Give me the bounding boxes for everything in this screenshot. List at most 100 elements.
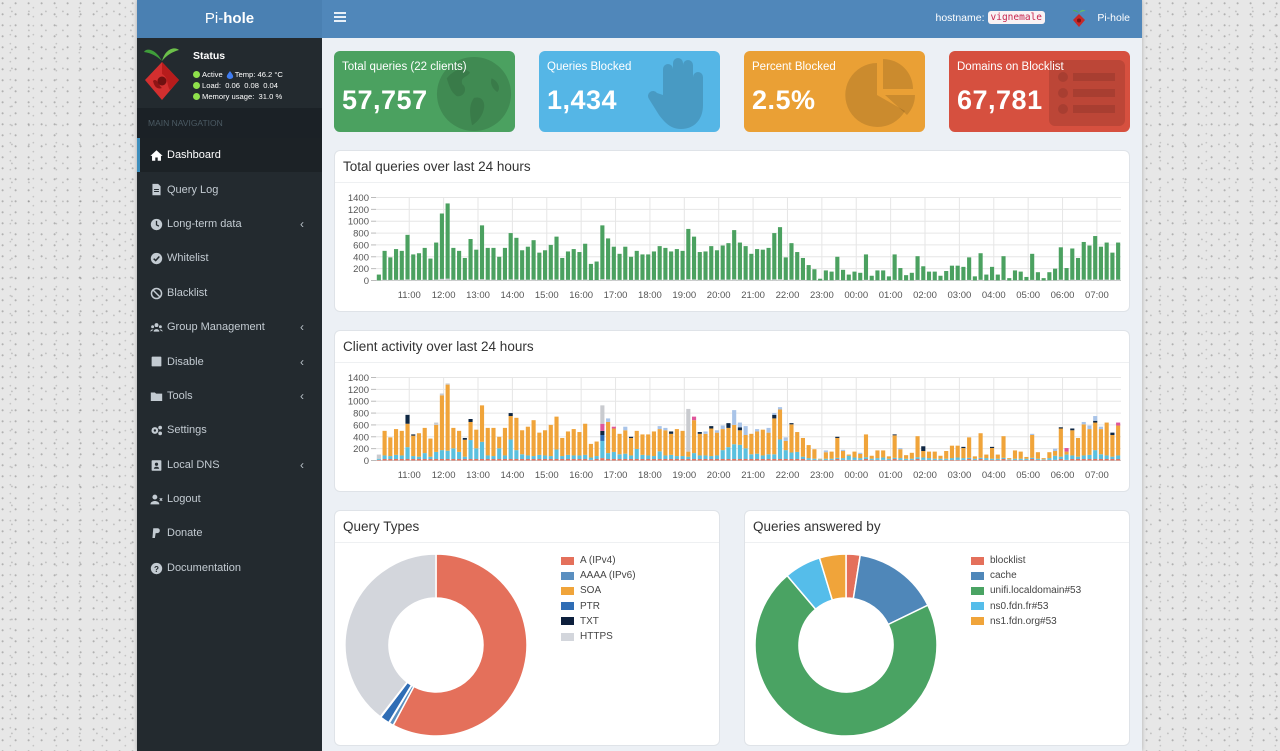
status-ok-icon (193, 71, 200, 78)
client-bar-segment (1064, 451, 1069, 455)
stat-total-queries[interactable]: Total queries (22 clients) 57,757 (334, 51, 515, 132)
client-bar-segment (1064, 459, 1069, 461)
y-tick-label: 400 (353, 252, 369, 263)
bar-blocked-queries (1081, 279, 1086, 281)
bar-total-queries (611, 246, 616, 281)
bar-total-queries (657, 246, 662, 281)
query-types-donut[interactable] (335, 543, 555, 745)
legend-item[interactable]: TXT (560, 614, 636, 629)
bar-blocked-queries (479, 279, 485, 281)
legend-label: SOA (580, 585, 602, 597)
user-menu[interactable]: Pi-hole (1071, 8, 1130, 28)
x-tick-label: 06:00 (1051, 290, 1075, 301)
chevron-left-icon: ‹ (300, 388, 304, 403)
client-bar-segment (537, 432, 542, 455)
legend-item[interactable]: HTTPS (560, 629, 636, 644)
client-bar-segment (737, 459, 742, 461)
sidebar-toggle-button[interactable] (334, 12, 346, 24)
bar-total-queries (451, 247, 456, 281)
legend-item[interactable]: unifi.localdomain#53 (970, 583, 1081, 598)
client-bar-segment (732, 424, 737, 445)
client-bar-segment (1075, 456, 1081, 460)
client-bar-segment (743, 459, 748, 461)
legend-item[interactable]: A (IPv4) (560, 553, 636, 568)
client-bar-segment (1098, 429, 1104, 455)
client-bar-segment (439, 459, 444, 461)
legend-item[interactable]: AAAA (IPv6) (560, 568, 636, 583)
legend-item[interactable]: SOA (560, 583, 636, 598)
sidebar-item-disable[interactable]: Disable ‹ (137, 344, 322, 378)
user-name: Pi-hole (1097, 12, 1130, 24)
pihole-logo-link[interactable]: Pi-hole (137, 0, 322, 38)
sidebar-item-label: Settings (167, 424, 207, 437)
client-bar-segment (989, 458, 995, 460)
sidebar-item-long-term-data[interactable]: Long-term data ‹ (137, 207, 322, 241)
sidebar-item-query-log[interactable]: Query Log (137, 172, 322, 206)
bar-total-queries (531, 240, 536, 281)
bar-blocked-queries (560, 279, 565, 281)
sidebar-item-logout[interactable]: Logout (137, 482, 322, 516)
status-panel: Status Active Temp: 46.2 °C Load: 0.06 0… (137, 38, 322, 108)
bar-total-queries (508, 233, 513, 281)
client-bar-segment (858, 452, 863, 454)
legend-item[interactable]: ns1.fdn.org#53 (970, 614, 1081, 629)
legend-item[interactable]: PTR (560, 599, 636, 614)
client-bar-segment (445, 459, 450, 461)
stat-percent-blocked[interactable]: Percent Blocked 2.5% (744, 51, 925, 132)
sidebar-item-tools[interactable]: Tools ‹ (137, 379, 322, 413)
client-bar-segment (789, 424, 794, 453)
sidebar-item-label: Local DNS (167, 458, 220, 471)
total-queries-chart[interactable]: 0200400600800100012001400 11:00 12:00 13:00… (335, 183, 1129, 311)
client-bar-segment (760, 455, 765, 460)
client-bar-segment (1035, 458, 1040, 460)
queries-answered-donut[interactable] (745, 543, 965, 745)
client-activity-panel: Client activity over last 24 hours 0 200 4… (334, 330, 1130, 492)
client-bar-segment (686, 408, 691, 452)
sidebar-item-group-management[interactable]: Group Management ‹ (137, 310, 322, 344)
bar-blocked-queries (445, 278, 450, 281)
stat-domains-on-blocklist[interactable]: Domains on Blocklist 67,781 (949, 51, 1130, 132)
client-bar-segment (989, 446, 995, 449)
client-bar-segment (1116, 422, 1121, 426)
sidebar-item-settings[interactable]: Settings (137, 413, 322, 447)
total-queries-panel: Total queries over last 24 hours 0 200 400… (334, 150, 1130, 312)
legend-swatch (970, 616, 985, 627)
bar-blocked-queries (502, 279, 508, 281)
legend-item[interactable]: ns0.fdn.fr#53 (970, 599, 1081, 614)
bar-blocked-queries (800, 279, 806, 281)
sidebar-item-dashboard[interactable]: Dashboard (137, 138, 322, 173)
sidebar-item-donate[interactable]: Donate (137, 516, 322, 550)
client-bar-segment (1018, 451, 1023, 459)
legend-item[interactable]: blocklist (970, 553, 1081, 568)
client-bar-segment (520, 454, 525, 460)
client-bar-segment (691, 420, 697, 454)
client-bar-segment (623, 459, 628, 461)
client-bar-segment (669, 459, 674, 461)
client-bar-segment (600, 430, 605, 436)
y-tick-label: 600 (353, 240, 369, 251)
bar-blocked-queries (651, 279, 657, 281)
client-bar-segment (628, 455, 634, 460)
sidebar-item-local-dns[interactable]: Local DNS ‹ (137, 448, 322, 482)
panel-title: Queries answered by (745, 511, 1129, 543)
bar-total-queries (520, 250, 525, 281)
client-bar-segment (967, 437, 972, 458)
bar-blocked-queries (525, 279, 530, 281)
sidebar-item-documentation[interactable]: ? Documentation (137, 551, 322, 585)
legend-item[interactable]: cache (970, 568, 1081, 583)
client-bar-segment (995, 459, 1000, 461)
client-bar-segment (1053, 459, 1058, 461)
client-bar-segment (737, 422, 742, 428)
client-bar-segment (978, 459, 983, 461)
client-bar-segment (932, 459, 937, 461)
client-activity-chart[interactable]: 0200400600800100012001400 11:00 12:00 13:00… (335, 363, 1129, 491)
bar-blocked-queries (1116, 279, 1121, 281)
client-bar-segment (783, 440, 788, 451)
client-bar-segment (881, 457, 886, 460)
stat-queries-blocked[interactable]: Queries Blocked 1,434 (539, 51, 720, 132)
client-bar-segment (651, 431, 657, 457)
bar-blocked-queries (462, 279, 467, 281)
client-bar-segment (560, 459, 565, 461)
sidebar-item-whitelist[interactable]: Whitelist (137, 241, 322, 275)
sidebar-item-blacklist[interactable]: Blacklist (137, 276, 322, 310)
